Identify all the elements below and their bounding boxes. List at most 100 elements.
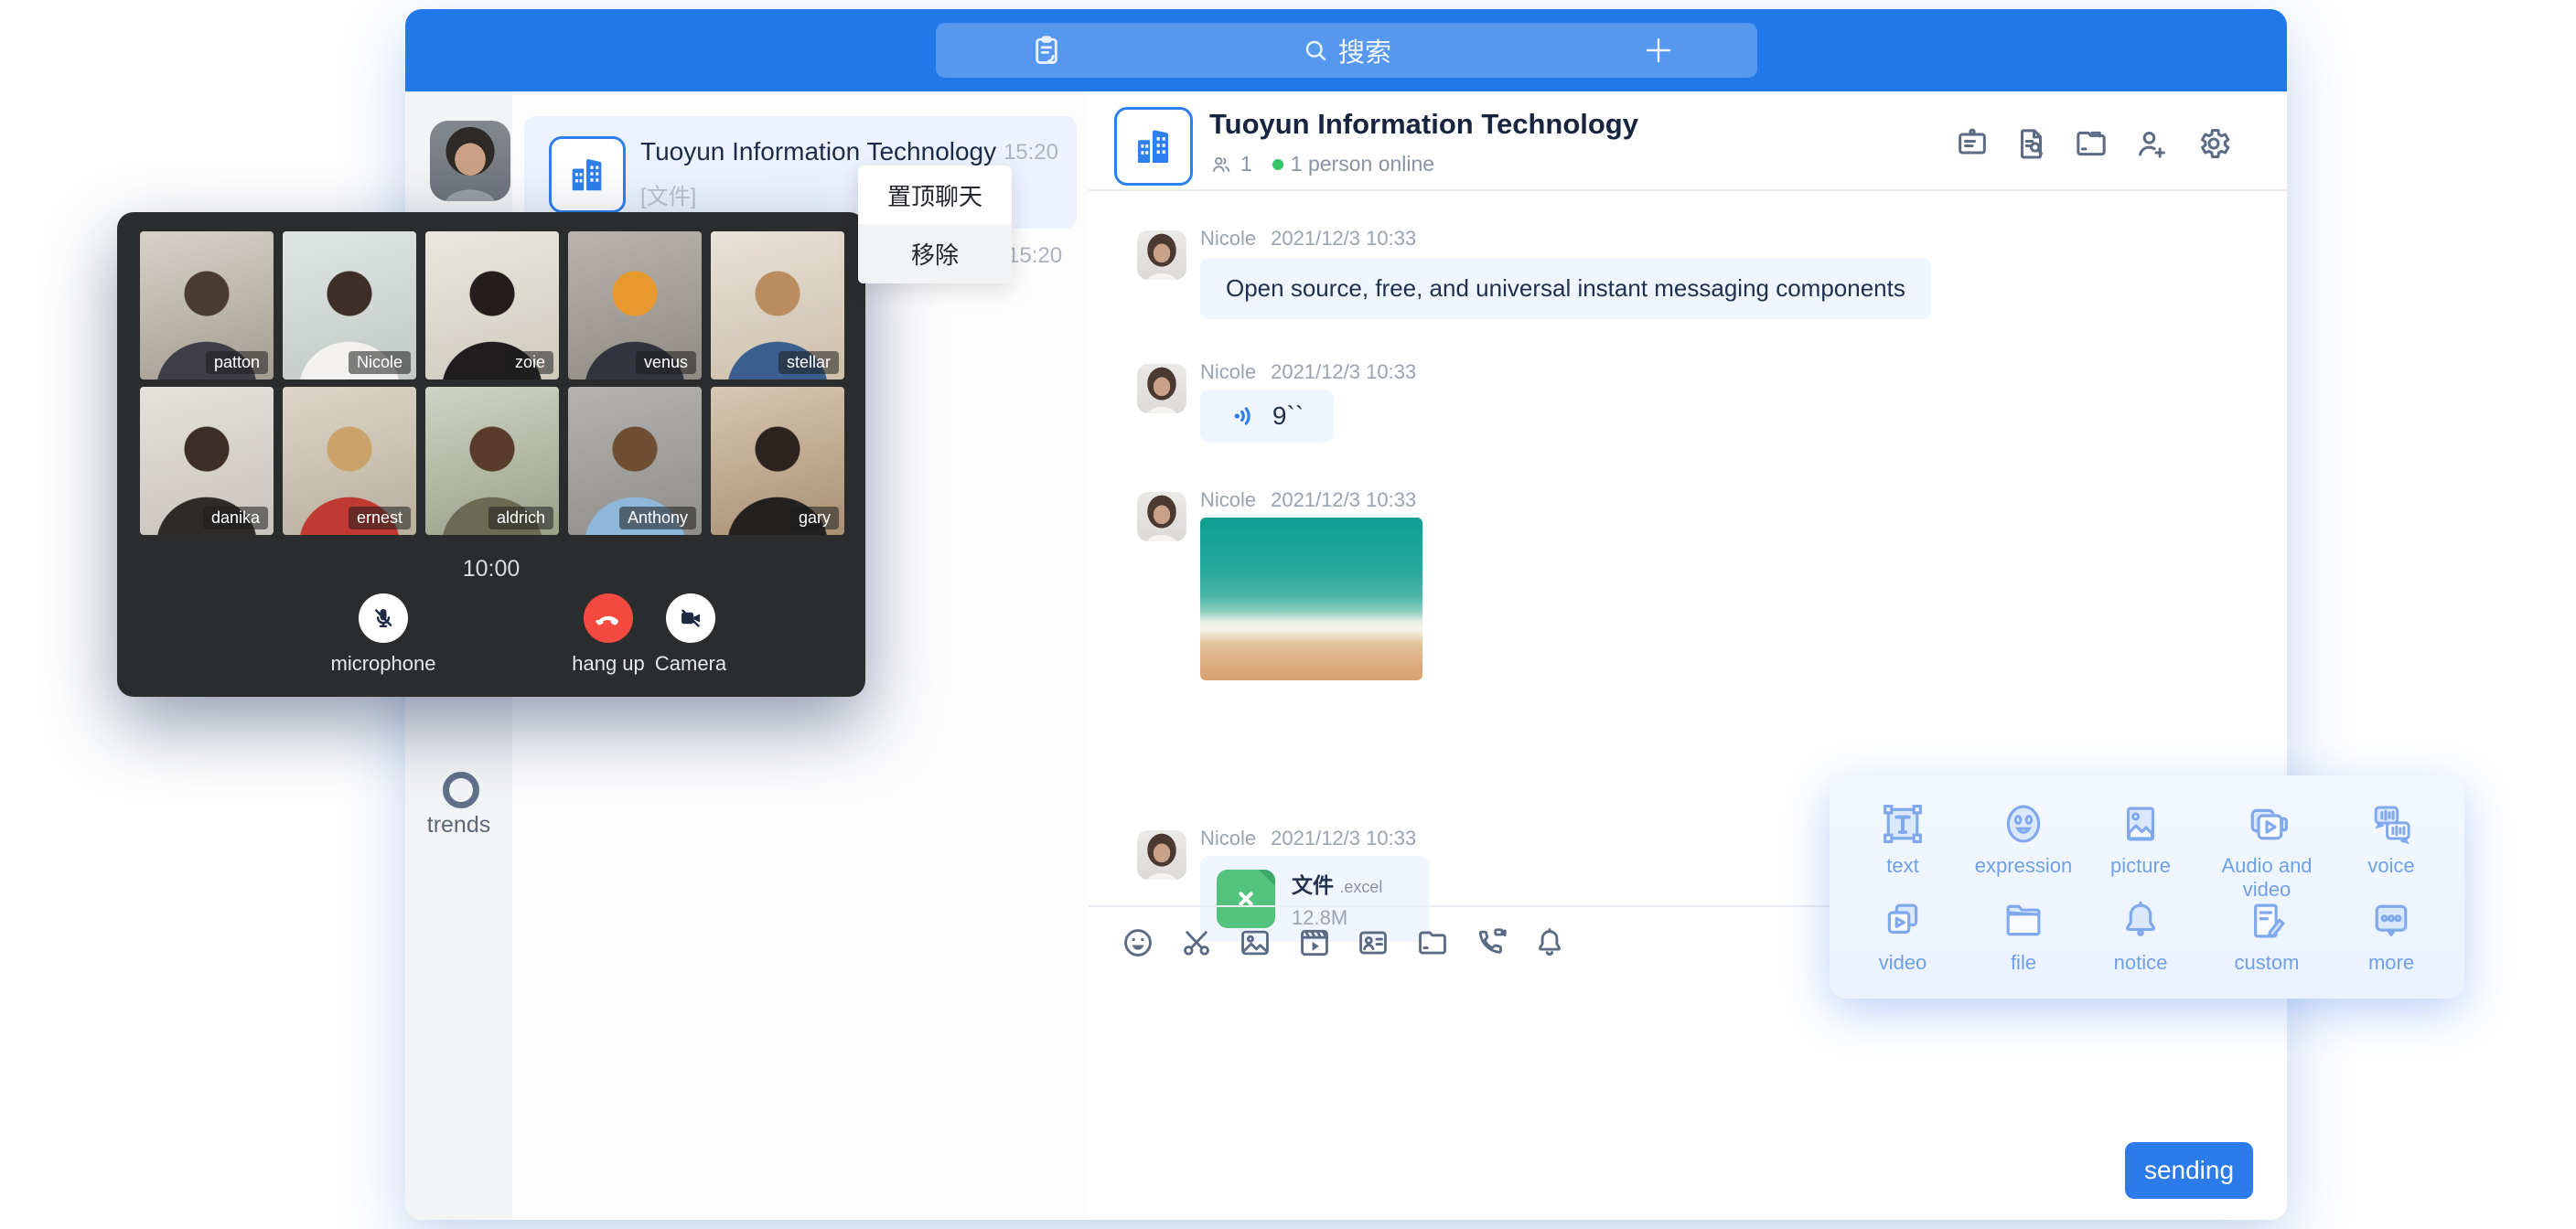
chat-subtitle: 1 1 person online: [1209, 152, 1434, 176]
send-button[interactable]: sending: [2125, 1142, 2253, 1199]
panel-label: video: [1842, 951, 1963, 975]
screenshot-scissors-icon[interactable]: [1179, 925, 1214, 960]
video-tile: danika: [140, 387, 274, 535]
panel-item-expression[interactable]: expression: [1963, 799, 2084, 878]
chat-title: Tuoyun Information Technology: [1209, 108, 1638, 141]
participant-name: danika: [203, 507, 268, 529]
message-time: 2021/12/3 10:33: [1271, 827, 1416, 850]
sender-avatar[interactable]: [1137, 364, 1186, 413]
participant-name: Anthony: [619, 507, 696, 529]
trends-icon: [443, 772, 479, 808]
notification-bell-icon[interactable]: [1532, 925, 1567, 960]
panel-item-picture[interactable]: picture: [2080, 799, 2201, 878]
user-avatar[interactable]: [430, 121, 510, 201]
file-fold-corner: [1259, 870, 1275, 886]
conversation-title: Tuoyun Information Technology: [640, 137, 996, 166]
message-meta: Nicole 2021/12/3 10:33: [1200, 227, 1416, 251]
panel-item-notice[interactable]: notice: [2080, 896, 2201, 975]
video-clapper-icon[interactable]: [1297, 925, 1332, 960]
panel-label: more: [2331, 951, 2452, 975]
voice-wave-icon: [1230, 401, 1260, 431]
voice-duration: 9``: [1272, 401, 1304, 431]
camera-off-button[interactable]: [666, 593, 715, 643]
panel-item-more[interactable]: more: [2331, 896, 2452, 975]
message-meta: Nicole 2021/12/3 10:33: [1200, 488, 1416, 512]
sender-name: Nicole: [1200, 488, 1256, 512]
conversation-time-2: 15:20: [1007, 243, 1062, 269]
participant-name: ernest: [349, 507, 411, 529]
file-name: 文件 .excel: [1292, 868, 1382, 899]
panel-item-text[interactable]: text: [1842, 799, 1963, 878]
participant-name: patton: [206, 351, 268, 374]
panel-item-file[interactable]: file: [1963, 896, 2084, 975]
participant-name: Nicole: [349, 351, 411, 374]
add-member-icon[interactable]: [2133, 125, 2170, 162]
conversation-time: 15:20: [1004, 140, 1058, 166]
screen: 搜索 trends: [0, 0, 2576, 1229]
hang-up-button[interactable]: [584, 593, 633, 643]
panel-item-audio-video[interactable]: Audio and video: [2206, 799, 2327, 902]
file-info: 文件 .excel 12.8M: [1292, 868, 1382, 930]
menu-item-pin-chat[interactable]: 置顶聊天: [858, 166, 1012, 224]
chat-main: Tuoyun Information Technology 1 1 person…: [1089, 91, 2287, 1220]
group-avatar: [1114, 107, 1193, 186]
chat-header: Tuoyun Information Technology 1 1 person…: [1089, 91, 2287, 191]
video-tile: aldrich: [425, 387, 559, 535]
message-time: 2021/12/3 10:33: [1271, 360, 1416, 384]
image-message-beach[interactable]: [1200, 518, 1422, 680]
participant-name: aldrich: [488, 507, 553, 529]
panel-item-voice[interactable]: voice: [2331, 799, 2452, 878]
video-tile: ernest: [283, 387, 416, 535]
panel-label: voice: [2331, 854, 2452, 878]
video-tile: zoie: [425, 231, 559, 379]
microphone-label: microphone: [310, 652, 456, 676]
participant-name: venus: [636, 351, 696, 374]
video-tile: patton: [140, 231, 274, 379]
contact-card-icon[interactable]: [1356, 925, 1390, 960]
video-tile: gary: [711, 387, 844, 535]
video-call-panel: patton Nicole zoie venus stellar danika …: [117, 212, 865, 697]
search-area[interactable]: 搜索: [936, 23, 1757, 78]
sender-avatar[interactable]: [1137, 230, 1186, 280]
search-label: 搜索: [1338, 31, 1391, 69]
chat-history-search-icon[interactable]: [2013, 125, 2050, 162]
voice-message-bubble[interactable]: 9``: [1200, 390, 1334, 443]
sender-name: Nicole: [1200, 827, 1256, 850]
sender-name: Nicole: [1200, 360, 1256, 384]
excel-file-icon: [1217, 870, 1275, 928]
add-icon[interactable]: [1642, 34, 1675, 67]
menu-item-remove[interactable]: 移除: [858, 224, 1012, 283]
folder-icon[interactable]: [1415, 925, 1450, 960]
file-ext: .excel: [1339, 878, 1382, 896]
announcement-icon[interactable]: [1954, 125, 1991, 162]
member-count: 1: [1240, 152, 1252, 176]
microphone-mute-button[interactable]: [359, 593, 408, 643]
panel-label: text: [1842, 854, 1963, 878]
trends-label: trends: [405, 812, 512, 839]
group-avatar: [549, 136, 626, 213]
panel-item-video[interactable]: video: [1842, 896, 1963, 975]
group-files-icon[interactable]: [2073, 125, 2109, 162]
online-text: 1 person online: [1291, 152, 1434, 176]
call-icon[interactable]: [1474, 925, 1508, 960]
panel-item-custom[interactable]: custom: [2206, 896, 2327, 975]
sender-name: Nicole: [1200, 227, 1256, 251]
message-time: 2021/12/3 10:33: [1271, 488, 1416, 512]
picture-icon[interactable]: [1238, 925, 1272, 960]
settings-gear-icon[interactable]: [2195, 125, 2232, 162]
call-timer: 10:00: [117, 556, 865, 582]
panel-label: picture: [2080, 854, 2201, 878]
panel-label: notice: [2080, 951, 2201, 975]
message-type-panel: text expression picture: [1830, 775, 2464, 999]
search-icon: [1302, 37, 1329, 64]
message-time: 2021/12/3 10:33: [1271, 227, 1416, 251]
sender-avatar[interactable]: [1137, 830, 1186, 880]
panel-label: custom: [2206, 951, 2327, 975]
emoji-icon[interactable]: [1121, 925, 1155, 960]
video-tile: Anthony: [568, 387, 702, 535]
top-header: 搜索: [405, 9, 2287, 91]
message-meta: Nicole 2021/12/3 10:33: [1200, 360, 1416, 384]
sender-avatar[interactable]: [1137, 492, 1186, 541]
search-bar[interactable]: 搜索: [936, 23, 1757, 78]
text-message-bubble[interactable]: Open source, free, and universal instant…: [1200, 258, 1931, 319]
